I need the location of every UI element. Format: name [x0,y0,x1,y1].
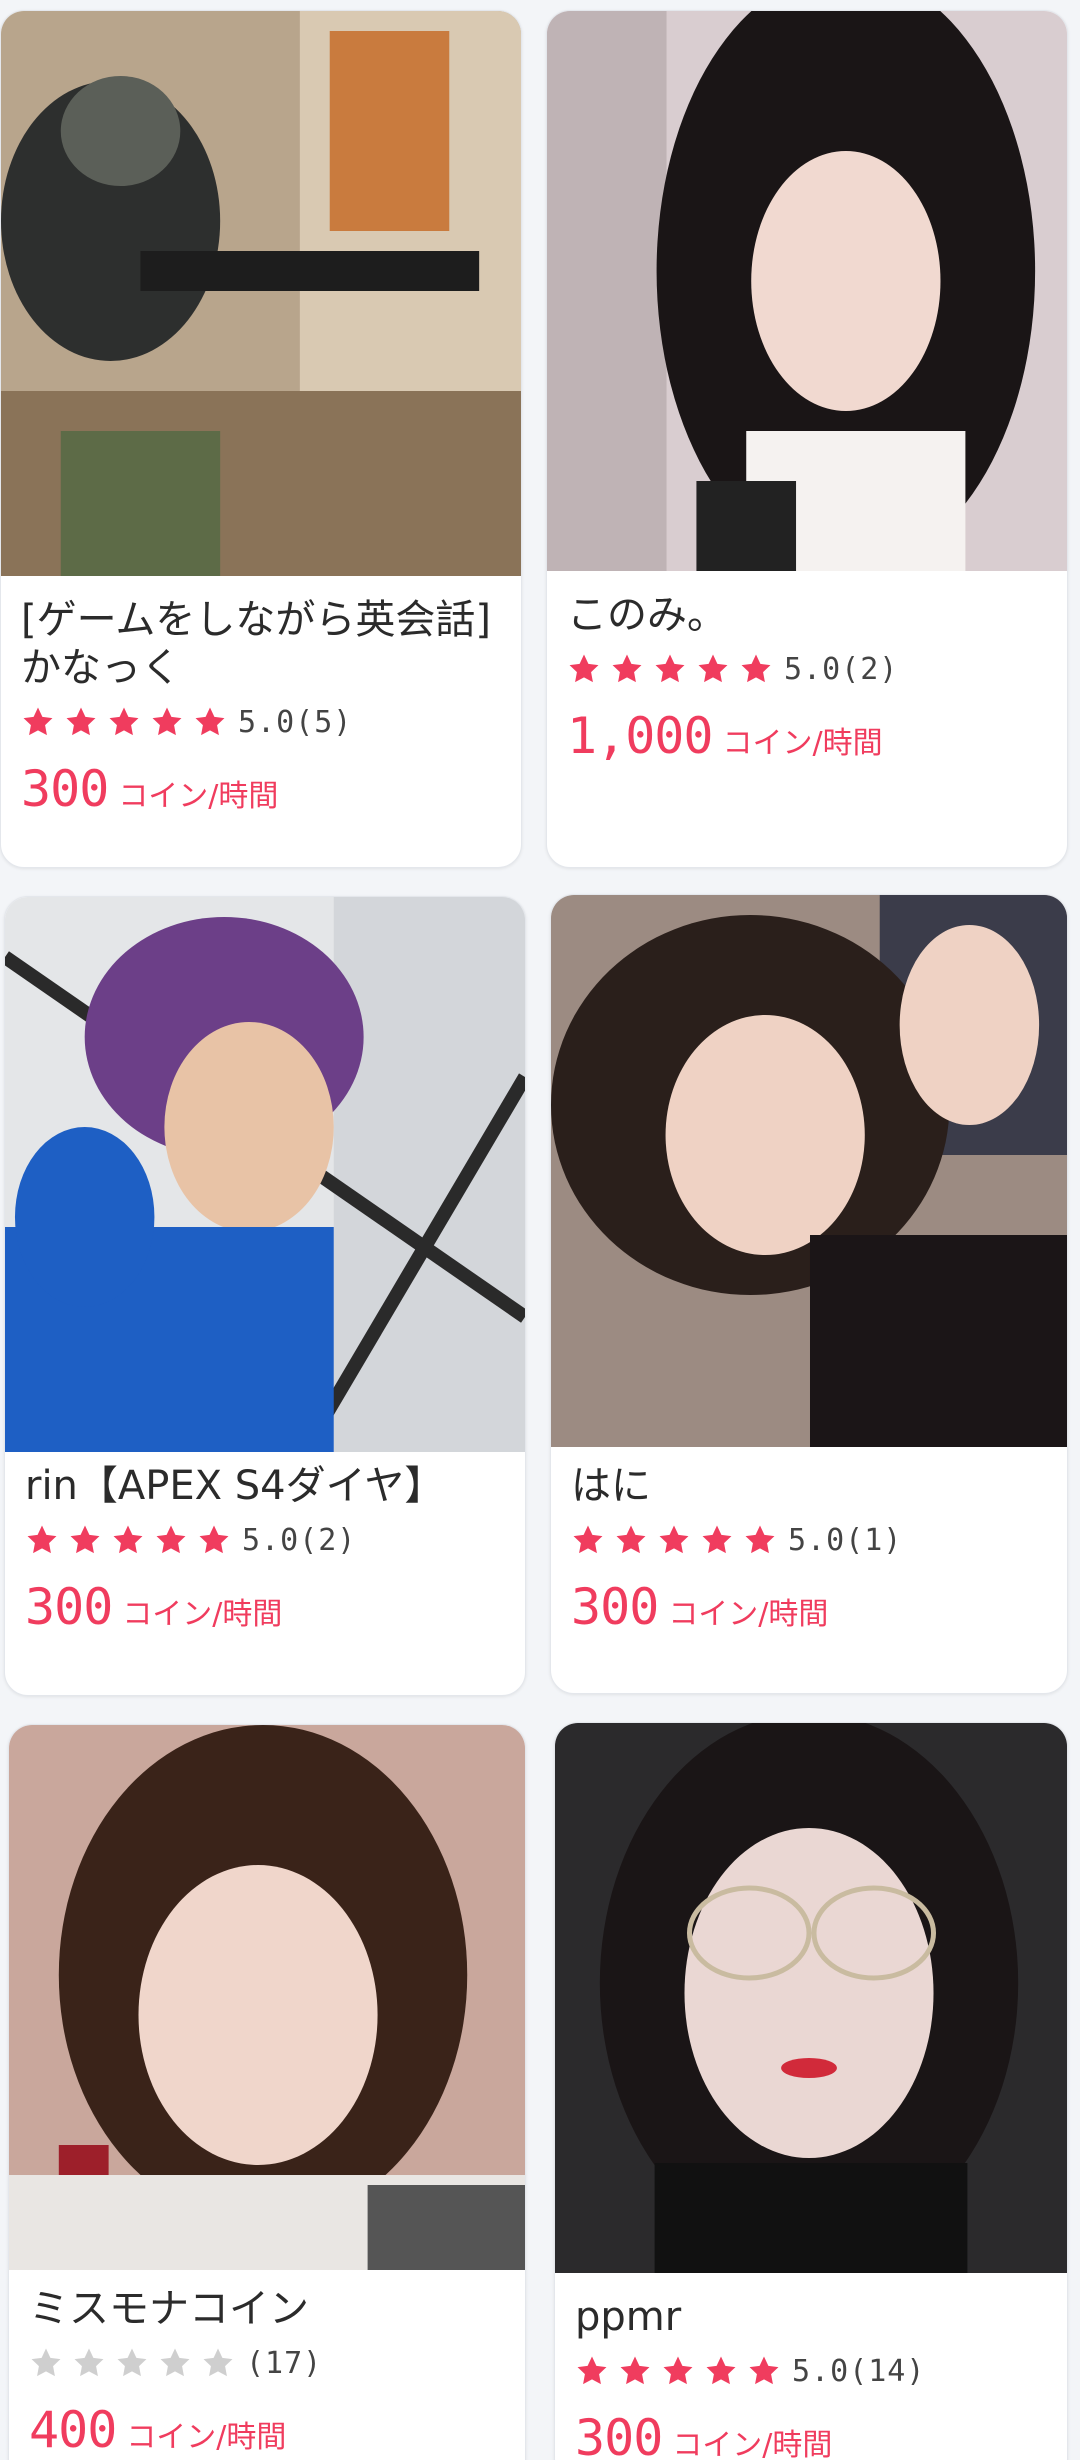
price-value: 1,000 [567,707,714,765]
star-icon [567,652,601,686]
star-icon [154,1523,188,1557]
price-unit: コイン/時間 [722,726,883,761]
star-icon [64,705,98,739]
star-icon [201,2346,235,2380]
star-icon [614,1523,648,1557]
star-icon [25,1523,59,1557]
profile-grid: [ゲームをしながら英会話] かなっく 5.0(5) 300 コイン/時間 このみ… [0,0,1080,2460]
star-icon [696,652,730,686]
profile-card-konomi[interactable]: このみ。 5.0(2) 1,000 コイン/時間 [546,10,1068,868]
rating: 5.0(14) [575,2351,1047,2391]
star-icon [575,2354,609,2388]
star-icon [193,705,227,739]
profile-name: rin【APEX S4ダイヤ】 [25,1463,445,1509]
profile-photo[interactable] [551,895,1067,1447]
rating: (17) [29,2343,505,2383]
price: 300 コイン/時間 [25,1578,505,1636]
rating: 5.0(2) [567,649,1047,689]
price: 1,000 コイン/時間 [567,707,1047,765]
star-icon [747,2354,781,2388]
star-icon [610,652,644,686]
rating-score: 5.0(1) [788,1522,903,1558]
price: 400 コイン/時間 [29,2401,505,2459]
price-value: 300 [575,2409,663,2460]
price-value: 300 [21,760,109,818]
star-icon [197,1523,231,1557]
star-icon [72,2346,106,2380]
profile-card-hani[interactable]: はに 5.0(1) 300 コイン/時間 [550,894,1068,1694]
star-icon [29,2346,63,2380]
price-unit: コイン/時間 [122,1597,283,1632]
star-icon [739,652,773,686]
rating-score: (17) [246,2345,323,2381]
price-unit: コイン/時間 [118,779,279,814]
star-icon [657,1523,691,1557]
price-unit: コイン/時間 [668,1597,829,1632]
profile-name: ppmr [575,2294,682,2340]
star-icon [571,1523,605,1557]
star-icon [704,2354,738,2388]
star-icon [661,2354,695,2388]
rating-score: 5.0(14) [792,2353,926,2389]
star-icon [743,1523,777,1557]
star-icon [653,652,687,686]
price: 300 コイン/時間 [21,760,501,818]
rating-score: 5.0(5) [238,704,353,740]
profile-card-rin[interactable]: rin【APEX S4ダイヤ】 5.0(2) 300 コイン/時間 [4,896,526,1696]
star-icon [111,1523,145,1557]
profile-photo[interactable] [555,1723,1067,2273]
profile-name: このみ。 [567,592,727,638]
rating-score: 5.0(2) [784,651,899,687]
star-icon [618,2354,652,2388]
profile-name: ミスモナコイン [29,2286,309,2332]
star-icon [700,1523,734,1557]
profile-photo[interactable] [9,1725,525,2270]
profile-name: [ゲームをしながら英会話] かなっく [21,597,492,691]
price-unit: コイン/時間 [672,2428,833,2460]
price-value: 300 [571,1578,659,1636]
rating-score: 5.0(2) [242,1522,357,1558]
profile-photo[interactable] [5,897,525,1452]
profile-card-kanakku[interactable]: [ゲームをしながら英会話] かなっく 5.0(5) 300 コイン/時間 [0,10,522,868]
profile-name: はに [571,1463,651,1509]
star-icon [21,705,55,739]
rating: 5.0(2) [25,1520,505,1560]
star-icon [158,2346,192,2380]
rating: 5.0(5) [21,702,501,742]
profile-card-misumona[interactable]: ミスモナコイン (17) 400 コイン/時間 [8,1724,526,2460]
profile-photo[interactable] [1,11,521,576]
star-icon [68,1523,102,1557]
profile-card-ppmr[interactable]: ppmr 5.0(14) 300 コイン/時間 [554,1722,1068,2460]
star-icon [115,2346,149,2380]
star-icon [107,705,141,739]
price-value: 400 [29,2401,117,2459]
price-value: 300 [25,1578,113,1636]
profile-photo[interactable] [547,11,1067,571]
price: 300 コイン/時間 [571,1578,1047,1636]
star-icon [150,705,184,739]
price: 300 コイン/時間 [575,2409,1047,2460]
price-unit: コイン/時間 [126,2420,287,2455]
rating: 5.0(1) [571,1520,1047,1560]
